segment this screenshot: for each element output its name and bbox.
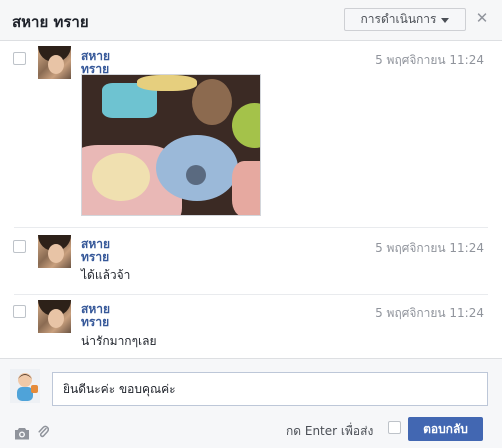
avatar[interactable] (38, 300, 71, 333)
message-select-checkbox[interactable] (13, 52, 26, 65)
message-select-checkbox[interactable] (13, 240, 26, 253)
camera-icon[interactable] (14, 425, 30, 444)
conversation-header: สหาย ทราย การดำเนินการ ✕ (0, 0, 502, 41)
close-icon[interactable]: ✕ (474, 9, 490, 29)
avatar[interactable] (38, 46, 71, 79)
enter-to-send-label: กด Enter เพื่อส่ง (286, 424, 374, 438)
enter-to-send-checkbox[interactable] (388, 421, 401, 434)
sender-name[interactable]: สหาย ทราย (81, 50, 141, 76)
message-timestamp: 5 พฤศจิกายน 11:24 (375, 53, 484, 67)
actions-label: การดำเนินการ (360, 12, 437, 26)
message-thread[interactable]: สหาย ทราย 5 พฤศจิกายน 11:24 สหาย ทราย 5 … (0, 42, 502, 358)
message-text: น่ารักมากๆเลย (81, 334, 157, 348)
paperclip-icon[interactable] (37, 424, 50, 443)
avatar[interactable] (38, 235, 71, 268)
message-text: ได้แล้วจ้า (81, 268, 131, 282)
my-avatar (10, 369, 40, 403)
reply-input[interactable] (52, 372, 488, 406)
message-select-checkbox[interactable] (13, 305, 26, 318)
message-item: สหาย ทราย 5 พฤศจิกายน 11:24 น่ารักมากๆเล… (0, 299, 502, 357)
message-divider (14, 294, 488, 295)
sender-name[interactable]: สหาย ทราย (81, 303, 141, 329)
message-timestamp: 5 พฤศจิกายน 11:24 (375, 306, 484, 320)
message-item: สหาย ทราย 5 พฤศจิกายน 11:24 (0, 42, 502, 227)
actions-dropdown-button[interactable]: การดำเนินการ (344, 8, 466, 31)
conversation-title[interactable]: สหาย ทราย (12, 10, 89, 34)
message-divider (14, 227, 488, 228)
sender-name[interactable]: สหาย ทราย (81, 238, 141, 264)
reply-composer: กด Enter เพื่อส่ง ตอบกลับ (0, 358, 502, 448)
message-timestamp: 5 พฤศจิกายน 11:24 (375, 241, 484, 255)
reply-button[interactable]: ตอบกลับ (408, 417, 483, 441)
attached-photo[interactable] (81, 74, 261, 216)
message-item: สหาย ทราย 5 พฤศจิกายน 11:24 ได้แล้วจ้า (0, 232, 502, 290)
caret-down-icon (441, 17, 450, 23)
